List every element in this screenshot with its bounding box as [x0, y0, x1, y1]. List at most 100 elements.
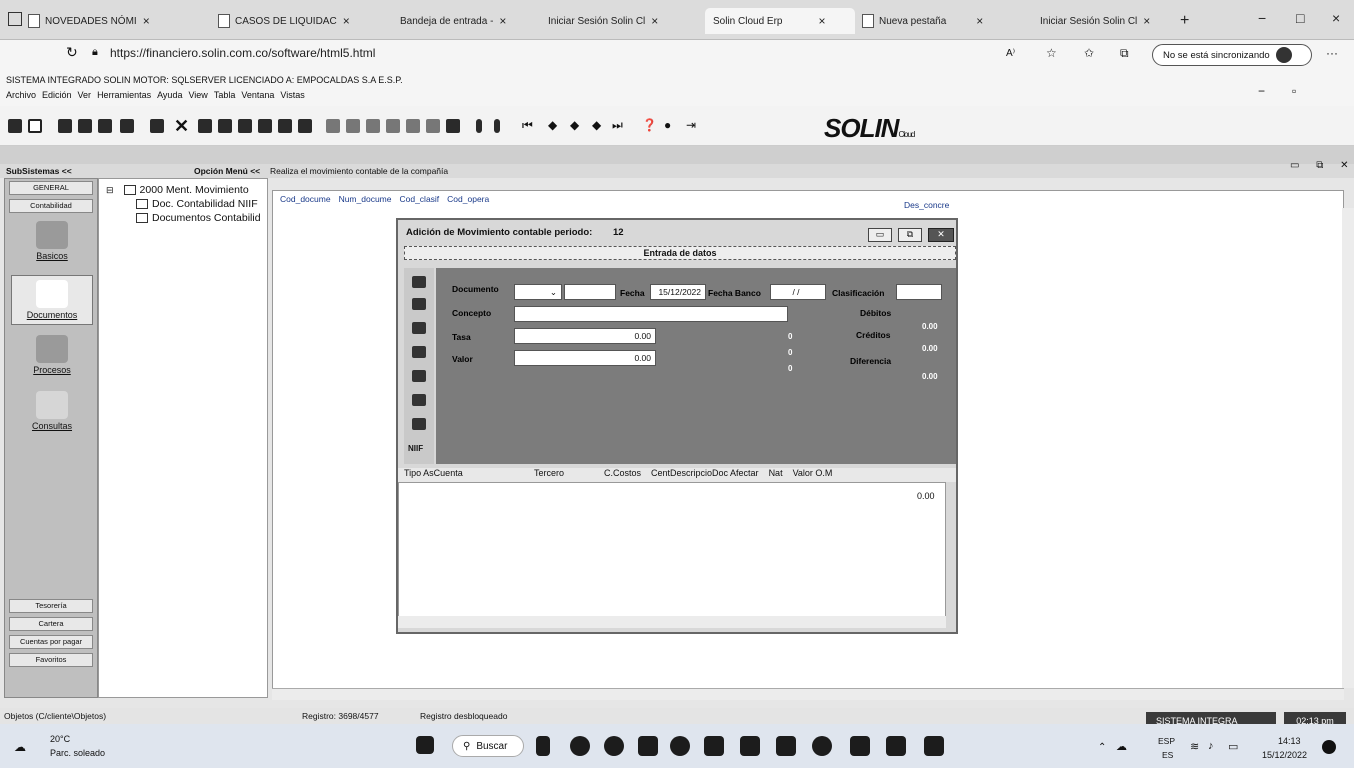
- menu-ver[interactable]: Ver: [78, 90, 92, 106]
- print-icon[interactable]: [238, 119, 252, 133]
- close-icon[interactable]: ×: [651, 14, 658, 28]
- first-record-icon[interactable]: ⏮: [522, 118, 533, 133]
- tray-chevron-icon[interactable]: ⌃: [1098, 742, 1106, 753]
- favorites-icon[interactable]: ✩: [1084, 46, 1094, 60]
- valor-input[interactable]: 0.00: [514, 350, 656, 366]
- sidebar-item-cuentas-por-pagar[interactable]: Cuentas por pagar: [9, 635, 93, 649]
- tool-icon[interactable]: [150, 119, 164, 133]
- outlook-icon[interactable]: [704, 736, 724, 756]
- collapse-icon[interactable]: ⊟: [106, 185, 114, 196]
- app-icon[interactable]: [740, 736, 760, 756]
- minimize-button[interactable]: −: [1258, 10, 1266, 26]
- menu-vistas[interactable]: Vistas: [280, 90, 304, 106]
- browser-tab-active[interactable]: Solin Cloud Erp ×: [705, 8, 855, 34]
- tool-icon[interactable]: [412, 276, 426, 288]
- fecha-input[interactable]: 15/12/2022: [650, 284, 706, 300]
- taskbar-time[interactable]: 14:13: [1278, 736, 1301, 746]
- column-cod-docume[interactable]: Cod_docume: [280, 194, 331, 208]
- chat-icon[interactable]: [570, 736, 590, 756]
- column-tercero[interactable]: Tercero: [534, 468, 594, 482]
- tray-icon[interactable]: ☁: [1116, 740, 1127, 753]
- close-icon[interactable]: ✕: [1340, 160, 1348, 171]
- tool-icon[interactable]: [120, 119, 134, 133]
- browser-tab[interactable]: NOVEDADES NÓMI ×: [28, 8, 208, 34]
- tool-icon[interactable]: [412, 298, 426, 310]
- battery-icon[interactable]: ▭: [1228, 740, 1238, 753]
- detail-grid[interactable]: 0.00: [398, 482, 946, 618]
- app-icon[interactable]: [812, 736, 832, 756]
- sidebar-item-consultas[interactable]: Consultas: [11, 391, 93, 431]
- delete-icon[interactable]: ✕: [174, 116, 189, 137]
- subsistemas-label[interactable]: SubSistemas <<: [6, 166, 72, 176]
- weather-icon[interactable]: ☁: [14, 740, 26, 754]
- sidebar-item-procesos[interactable]: Procesos: [11, 335, 93, 375]
- tool-icon[interactable]: [386, 119, 400, 133]
- tool-icon[interactable]: [58, 119, 72, 133]
- tree-item-movimiento[interactable]: ⊟ 2000 Ment. Movimiento: [106, 184, 249, 196]
- tool-icon[interactable]: [494, 119, 500, 133]
- menu-archivo[interactable]: Archivo: [6, 90, 36, 106]
- tool-icon[interactable]: [298, 119, 312, 133]
- column-tipo-cuenta[interactable]: Tipo AsCuenta: [404, 468, 524, 482]
- app-icon[interactable]: [850, 736, 870, 756]
- sidebar-item-contabilidad[interactable]: Contabilidad: [9, 199, 93, 213]
- opcion-menu-label[interactable]: Opción Menú <<: [194, 166, 260, 176]
- column-cod-opera[interactable]: Cod_opera: [447, 194, 489, 208]
- tool-icon[interactable]: [406, 119, 420, 133]
- sidebar-item-general[interactable]: GENERAL: [9, 181, 93, 195]
- browser-tab[interactable]: Nueva pestaña ×: [862, 8, 1012, 34]
- tool-icon[interactable]: [446, 119, 460, 133]
- sync-button[interactable]: No se está sincronizando: [1152, 44, 1312, 66]
- app-icon[interactable]: [886, 736, 906, 756]
- tool-icon[interactable]: [412, 370, 426, 382]
- more-icon[interactable]: ···: [1326, 46, 1338, 60]
- close-button[interactable]: ×: [1332, 10, 1340, 26]
- window-icon[interactable]: [28, 119, 42, 133]
- horizontal-scrollbar[interactable]: [272, 688, 1344, 700]
- tool-icon[interactable]: [198, 119, 212, 133]
- file-explorer-icon[interactable]: [638, 736, 658, 756]
- lang-label[interactable]: ESP: [1158, 736, 1175, 746]
- shield-icon[interactable]: ●: [664, 118, 671, 132]
- dialog-restore-button[interactable]: ⧉: [898, 228, 922, 242]
- tool-icon[interactable]: [412, 346, 426, 358]
- tool-icon[interactable]: [218, 119, 232, 133]
- close-icon[interactable]: ×: [499, 14, 506, 28]
- menu-tabla[interactable]: Tabla: [214, 90, 236, 106]
- app-icon[interactable]: [776, 736, 796, 756]
- browser-tab[interactable]: Bandeja de entrada - ×: [400, 8, 530, 34]
- vertical-scrollbar[interactable]: [1342, 208, 1354, 688]
- tasa-input[interactable]: 0.00: [514, 328, 656, 344]
- concepto-input[interactable]: [514, 306, 788, 322]
- taskbar-date[interactable]: 15/12/2022: [1262, 750, 1307, 760]
- wifi-icon[interactable]: ≋: [1190, 740, 1199, 753]
- lock-icon[interactable]: [8, 119, 22, 133]
- tool-icon[interactable]: [346, 119, 360, 133]
- browser-window-icon[interactable]: [8, 12, 22, 26]
- column-descripcion[interactable]: CentDescripcioDoc Afectar: [651, 468, 759, 482]
- restore-icon[interactable]: ⧉: [1316, 160, 1323, 171]
- task-view-icon[interactable]: [536, 736, 550, 756]
- new-tab-button[interactable]: +: [1180, 8, 1189, 34]
- tool-icon[interactable]: [412, 394, 426, 406]
- notification-icon[interactable]: [1322, 740, 1336, 754]
- niif-button[interactable]: NIIF: [408, 444, 423, 453]
- refresh-icon[interactable]: ↻: [66, 44, 78, 61]
- windows-start-icon[interactable]: [416, 736, 434, 754]
- browser-tab[interactable]: CASOS DE LIQUIDAC ×: [218, 8, 368, 34]
- fecha-banco-input[interactable]: / /: [770, 284, 826, 300]
- volume-icon[interactable]: ♪: [1208, 740, 1214, 752]
- tool-icon[interactable]: [412, 322, 426, 334]
- documento-number-input[interactable]: [564, 284, 616, 300]
- dialog-minimize-button[interactable]: ▭: [868, 228, 892, 242]
- close-icon[interactable]: ×: [818, 14, 825, 28]
- minimize-icon[interactable]: ▭: [1290, 160, 1299, 171]
- browser-tab[interactable]: Iniciar Sesión Solin Cl ×: [548, 8, 698, 34]
- tool-icon[interactable]: [278, 119, 292, 133]
- menu-edicion[interactable]: Edición: [42, 90, 72, 106]
- menu-view[interactable]: View: [188, 90, 207, 106]
- column-nat[interactable]: Nat: [769, 468, 783, 482]
- tool-icon[interactable]: [366, 119, 380, 133]
- detail-horizontal-scrollbar[interactable]: [398, 616, 946, 628]
- tool-icon[interactable]: [78, 119, 92, 133]
